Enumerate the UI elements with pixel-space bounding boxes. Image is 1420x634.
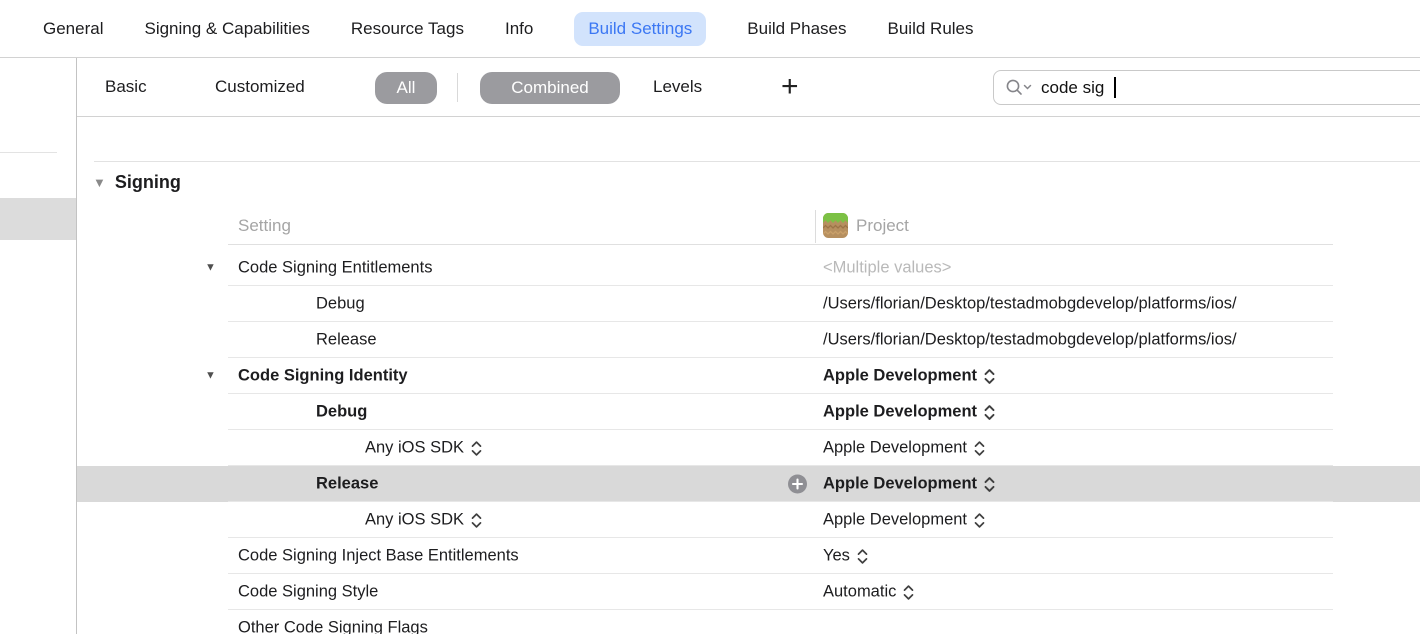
disclosure-icon[interactable]: ▼ (205, 263, 216, 274)
xcode-build-settings-window: General Signing & Capabilities Resource … (0, 0, 1420, 634)
setting-value[interactable]: Apple Development (823, 511, 985, 530)
dropdown-stepper-icon[interactable] (903, 584, 914, 600)
dropdown-stepper-icon[interactable] (974, 512, 985, 528)
search-input[interactable]: code sig (993, 70, 1420, 105)
setting-label: Debug (316, 403, 367, 422)
setting-label: Debug (316, 295, 365, 314)
target-tab-bar: General Signing & Capabilities Resource … (0, 0, 1420, 58)
dropdown-stepper-icon[interactable] (471, 512, 482, 528)
table-row-code-signing-style[interactable]: Code Signing Style Automatic (77, 574, 1420, 610)
tab-build-phases[interactable]: Build Phases (747, 19, 846, 39)
add-setting-button[interactable]: + (781, 58, 799, 116)
disclosure-icon[interactable]: ▼ (205, 371, 216, 382)
table-row-identity-release-selected[interactable]: Release Apple Development (77, 466, 1420, 502)
section-disclosure-icon[interactable]: ▼ (93, 176, 106, 189)
column-divider (815, 210, 816, 243)
setting-label: Other Code Signing Flags (238, 619, 428, 634)
setting-label: Any iOS SDK (365, 511, 464, 530)
setting-label: Any iOS SDK (365, 439, 464, 458)
settings-rows: ▼ Code Signing Entitlements <Multiple va… (77, 250, 1420, 634)
setting-label: Code Signing Entitlements (238, 259, 432, 278)
table-row-identity-release-any-ios-sdk[interactable]: Any iOS SDK Apple Development (77, 502, 1420, 538)
text-cursor (1114, 77, 1116, 98)
table-row-inject-base-entitlements[interactable]: Code Signing Inject Base Entitlements Ye… (77, 538, 1420, 574)
tab-build-rules[interactable]: Build Rules (888, 19, 974, 39)
setting-value[interactable]: /Users/florian/Desktop/testadmobgdevelop… (823, 295, 1237, 314)
setting-label: Release (316, 475, 378, 494)
tab-build-settings[interactable]: Build Settings (574, 12, 706, 46)
view-levels-button[interactable]: Levels (653, 58, 702, 116)
dropdown-stepper-icon[interactable] (471, 440, 482, 456)
table-row-entitlements-debug[interactable]: Debug /Users/florian/Desktop/testadmobgd… (77, 286, 1420, 322)
tab-signing-capabilities[interactable]: Signing & Capabilities (144, 19, 309, 39)
dropdown-stepper-icon[interactable] (974, 440, 985, 456)
sidebar (0, 58, 77, 634)
section-header-signing: ▼ Signing (93, 172, 181, 193)
toolbar-divider (457, 73, 458, 102)
scope-all-button[interactable]: All (375, 72, 437, 104)
setting-label: Release (316, 331, 377, 350)
sidebar-selected-item[interactable] (0, 198, 76, 240)
setting-value[interactable]: Apple Development (823, 475, 995, 494)
table-row-entitlements-release[interactable]: Release /Users/florian/Desktop/testadmob… (77, 322, 1420, 358)
add-override-icon[interactable] (788, 475, 807, 494)
table-row-other-code-signing-flags[interactable]: Other Code Signing Flags (77, 610, 1420, 634)
dropdown-stepper-icon[interactable] (857, 548, 868, 564)
project-icon (823, 213, 848, 243)
setting-value[interactable]: <Multiple values> (823, 259, 951, 278)
build-settings-table: ▼ Signing Setting Project (77, 117, 1420, 634)
table-row-identity-debug-any-ios-sdk[interactable]: Any iOS SDK Apple Development (77, 430, 1420, 466)
view-combined-button[interactable]: Combined (480, 72, 620, 104)
section-top-divider (94, 161, 1420, 162)
setting-label: Code Signing Inject Base Entitlements (238, 547, 519, 566)
setting-value[interactable]: Apple Development (823, 403, 995, 422)
setting-value[interactable]: Apple Development (823, 439, 985, 458)
search-query-text: code sig (1041, 78, 1104, 98)
setting-label: Code Signing Identity (238, 367, 408, 386)
table-row-identity-debug[interactable]: Debug Apple Development (77, 394, 1420, 430)
tab-info[interactable]: Info (505, 19, 533, 39)
search-icon (1005, 78, 1032, 97)
header-separator (228, 244, 1333, 245)
scope-basic-button[interactable]: Basic (105, 58, 147, 116)
table-header: Setting Project (77, 207, 1420, 245)
setting-value[interactable]: Automatic (823, 583, 914, 602)
setting-label: Code Signing Style (238, 583, 378, 602)
build-settings-toolbar: Basic Customized All Combined Levels + c… (77, 58, 1420, 117)
dropdown-stepper-icon[interactable] (984, 404, 995, 420)
tab-resource-tags[interactable]: Resource Tags (351, 19, 464, 39)
section-title: Signing (115, 172, 181, 193)
sidebar-divider (0, 152, 57, 153)
setting-value[interactable]: /Users/florian/Desktop/testadmobgdevelop… (823, 331, 1237, 350)
column-header-setting: Setting (238, 207, 291, 245)
tab-general[interactable]: General (43, 19, 103, 39)
scope-customized-button[interactable]: Customized (215, 58, 305, 116)
setting-value[interactable]: Yes (823, 547, 868, 566)
table-row-code-signing-identity[interactable]: ▼ Code Signing Identity Apple Developmen… (77, 358, 1420, 394)
dropdown-stepper-icon[interactable] (984, 476, 995, 492)
table-row-code-signing-entitlements[interactable]: ▼ Code Signing Entitlements <Multiple va… (77, 250, 1420, 286)
setting-value[interactable]: Apple Development (823, 367, 995, 386)
dropdown-stepper-icon[interactable] (984, 368, 995, 384)
column-header-project: Project (856, 207, 909, 245)
